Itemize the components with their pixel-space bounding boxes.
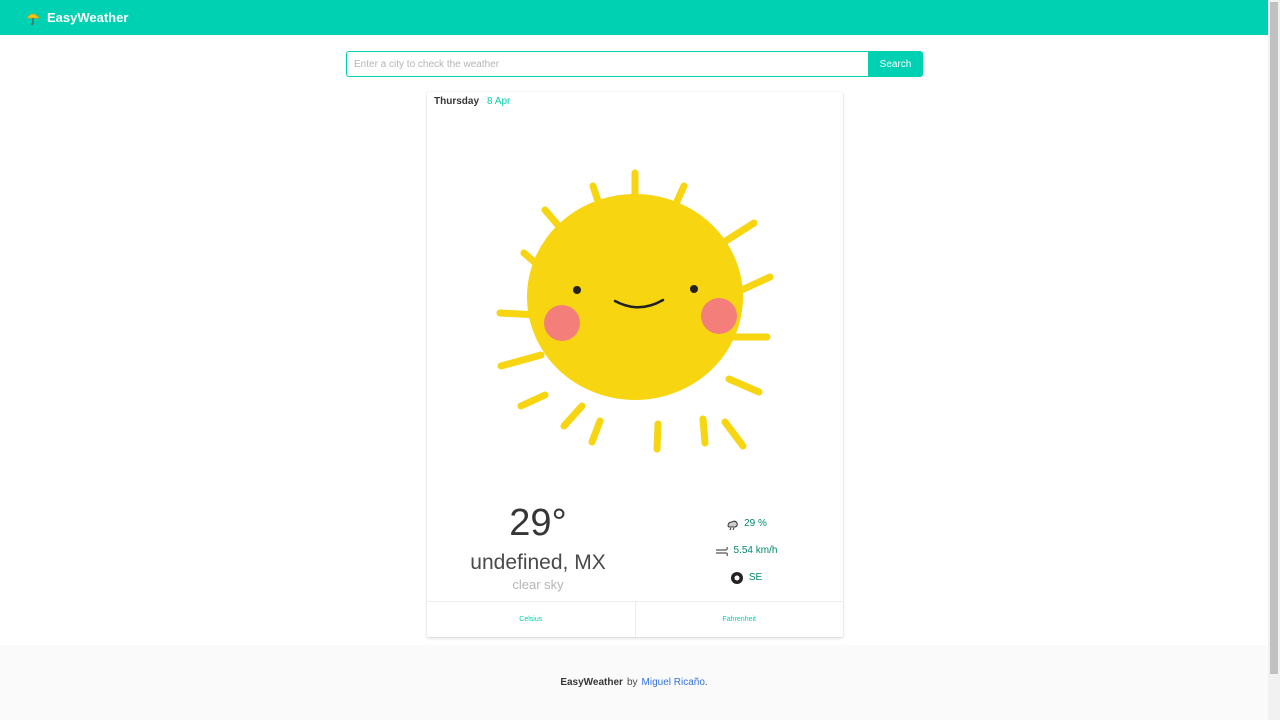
wind-icon <box>715 544 729 558</box>
humidity-stat: 29 % <box>649 510 843 537</box>
weather-description: clear sky <box>512 577 564 592</box>
umbrella-icon[interactable] <box>25 10 41 26</box>
card-date: Thursday 8 Apr <box>434 96 510 107</box>
footer-period: . <box>704 677 708 688</box>
humidity-value: 29 % <box>744 518 767 529</box>
scrollbar-thumb[interactable] <box>1270 2 1278 674</box>
footer-app-name: EasyWeather <box>560 677 623 688</box>
wind-direction-stat: SE <box>649 564 843 591</box>
brand-name[interactable]: EasyWeather <box>47 10 128 25</box>
celsius-button[interactable]: Celsius <box>427 602 635 637</box>
weather-stats: 29 % 5.54 km/h SE <box>649 510 843 591</box>
wind-direction-value: SE <box>748 572 763 583</box>
weather-card: Thursday 8 Apr 29° undefined, MX clear s… <box>427 92 843 637</box>
temperature-value: 29° <box>509 502 567 544</box>
date-label: 8 Apr <box>487 96 511 107</box>
wind-speed-value: 5.54 km/h <box>733 545 778 556</box>
top-navbar: EasyWeather <box>0 0 1268 35</box>
temperature-block: 29° undefined, MX clear sky <box>427 504 649 591</box>
city-search-input[interactable] <box>346 51 868 77</box>
smiling-sun-icon <box>467 144 807 454</box>
footer-by: by <box>626 677 638 688</box>
page-footer: EasyWeather by Miguel Ricaño . <box>0 645 1268 720</box>
weekday-label: Thursday <box>434 96 480 107</box>
compass-icon <box>730 571 744 585</box>
location-label: undefined, MX <box>470 551 606 574</box>
page-scrollbar[interactable] <box>1268 0 1280 720</box>
wind-speed-stat: 5.54 km/h <box>649 537 843 564</box>
search-button[interactable]: Search <box>868 51 923 77</box>
author-link[interactable]: Miguel Ricaño <box>642 677 705 688</box>
fahrenheit-button[interactable]: Fahrenheit <box>634 602 844 637</box>
search-bar: Search <box>346 51 923 77</box>
unit-toggle: Celsius Fahrenheit <box>427 601 843 637</box>
humidity-icon <box>725 517 739 531</box>
